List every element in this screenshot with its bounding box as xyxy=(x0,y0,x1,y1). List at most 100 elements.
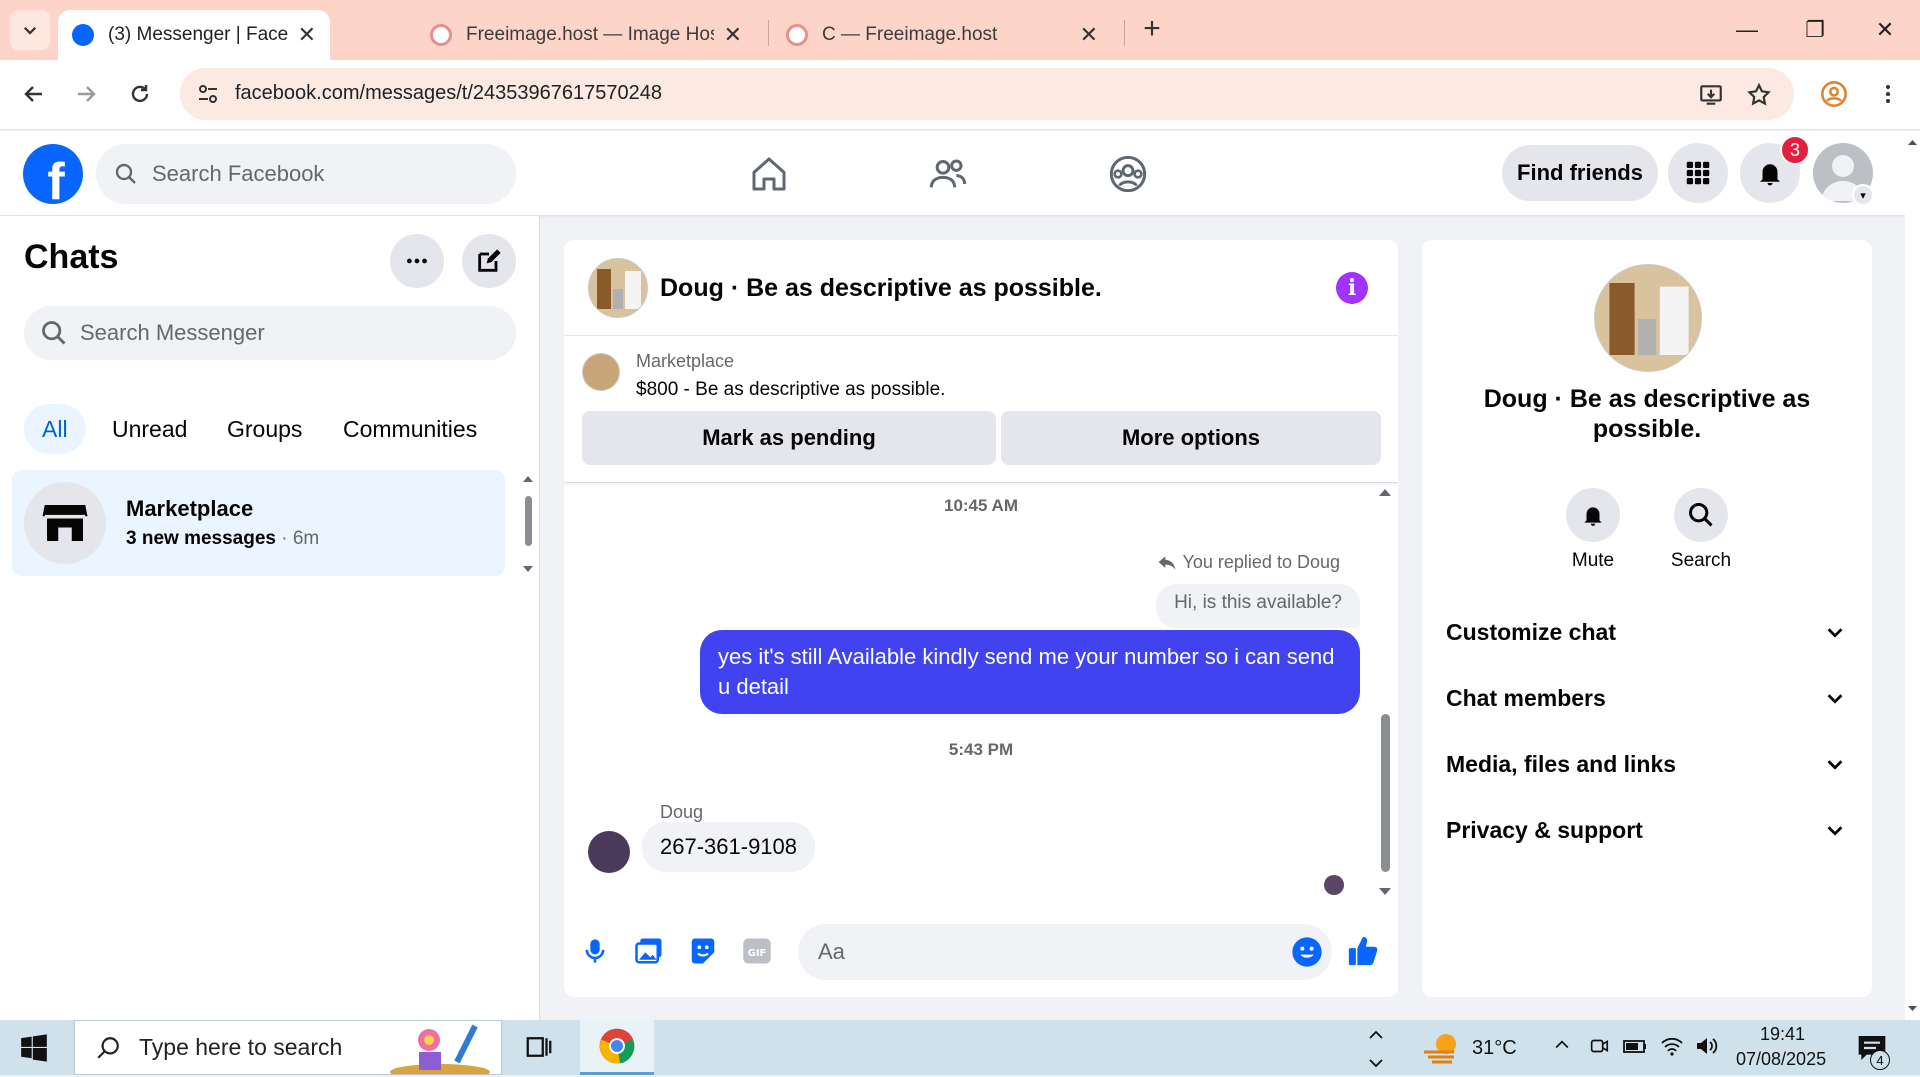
conversation-scrollbar[interactable] xyxy=(1376,484,1394,904)
sender-avatar[interactable] xyxy=(588,831,630,873)
nav-groups[interactable] xyxy=(1103,149,1153,199)
info-icon[interactable]: i xyxy=(1336,272,1368,304)
reload-icon xyxy=(131,85,149,103)
privacy-support-section[interactable]: Privacy & support xyxy=(1446,810,1846,850)
reply-context: You replied to Doug xyxy=(1157,552,1340,573)
restore-button[interactable]: ❐ xyxy=(1790,8,1840,52)
clock-time[interactable]: 19:41 xyxy=(1760,1024,1805,1045)
facebook-search-input[interactable]: Search Facebook xyxy=(96,144,516,204)
gif-icon[interactable]: GIF xyxy=(740,934,774,968)
task-view-icon[interactable] xyxy=(524,1032,554,1067)
search-icon xyxy=(42,321,66,345)
incoming-message[interactable]: 267-361-9108 xyxy=(642,822,816,872)
outgoing-message[interactable]: yes it's still Available kindly send me … xyxy=(700,630,1360,714)
browser-toolbar: facebook.com/messages/t/2435396761757024… xyxy=(0,60,1920,130)
more-horizontal-icon xyxy=(407,258,427,264)
filter-groups[interactable]: Groups xyxy=(209,404,320,454)
facebook-favicon-icon xyxy=(72,24,94,46)
wifi-icon[interactable] xyxy=(1660,1035,1684,1062)
tab-search-button[interactable] xyxy=(10,10,50,50)
chats-options-button[interactable] xyxy=(390,234,444,288)
taskbar-scroll-arrows[interactable] xyxy=(1366,1024,1386,1077)
close-tab-icon[interactable]: ✕ xyxy=(1080,22,1098,48)
menu-button[interactable] xyxy=(1668,143,1728,203)
quoted-message[interactable]: Hi, is this available? xyxy=(1156,584,1360,628)
mark-as-pending-button[interactable]: Mark as pending xyxy=(582,411,996,465)
chrome-menu-button[interactable] xyxy=(1868,74,1908,114)
site-settings-icon[interactable] xyxy=(196,82,220,106)
volume-icon[interactable] xyxy=(1694,1035,1720,1062)
message-list: 10:45 AM You replied to Doug Hi, is this… xyxy=(564,484,1398,904)
page-scrollbar[interactable] xyxy=(1905,131,1920,1020)
nav-home[interactable] xyxy=(744,149,794,199)
mute-button[interactable]: Mute xyxy=(1548,488,1638,572)
search-icon xyxy=(97,1036,119,1059)
customize-chat-section[interactable]: Customize chat xyxy=(1446,612,1846,652)
search-in-conversation-button[interactable]: Search xyxy=(1656,488,1746,572)
new-message-button[interactable] xyxy=(462,234,516,288)
listing-thumbnail[interactable] xyxy=(582,353,620,391)
listing-title[interactable]: $800 - Be as descriptive as possible. xyxy=(636,379,945,401)
close-tab-icon[interactable]: ✕ xyxy=(724,22,742,48)
conversation-avatar[interactable] xyxy=(588,258,648,318)
tab-messenger[interactable]: (3) Messenger | Facebook ✕ xyxy=(58,10,330,60)
chevron-down-icon[interactable]: ▾ xyxy=(1852,184,1874,206)
chevron-up-icon[interactable] xyxy=(1552,1035,1572,1060)
chat-list-item[interactable]: Marketplace 3 new messages · 6m xyxy=(12,470,505,576)
weather-temperature[interactable]: 31°C xyxy=(1472,1037,1517,1060)
microphone-icon[interactable] xyxy=(578,934,612,968)
facebook-logo[interactable]: f xyxy=(23,144,83,204)
filter-communities[interactable]: Communities xyxy=(325,404,495,454)
chrome-taskbar-icon[interactable] xyxy=(580,1020,654,1075)
message-input[interactable]: Aa xyxy=(798,924,1332,980)
minimize-button[interactable]: — xyxy=(1722,8,1772,52)
photo-icon[interactable] xyxy=(632,934,666,968)
sticker-icon[interactable] xyxy=(686,934,720,968)
emoji-icon[interactable] xyxy=(1290,935,1324,969)
close-tab-icon[interactable]: ✕ xyxy=(298,22,316,48)
tab-freeimage-1[interactable]: Freeimage.host — Image Hosti ✕ xyxy=(416,10,756,60)
clock-date[interactable]: 07/08/2025 xyxy=(1736,1049,1826,1070)
weather-icon[interactable] xyxy=(1422,1030,1462,1069)
messenger-search-input[interactable]: Search Messenger xyxy=(24,306,516,360)
tab-freeimage-2[interactable]: C — Freeimage.host ✕ xyxy=(772,10,1112,60)
chat-members-section[interactable]: Chat members xyxy=(1446,678,1846,718)
reload-button[interactable] xyxy=(120,74,160,114)
taskbar-search-input[interactable]: Type here to search xyxy=(74,1020,502,1075)
url-text[interactable]: facebook.com/messages/t/2435396761757024… xyxy=(235,82,662,105)
chevron-down-icon xyxy=(1827,628,1843,638)
sidebar-scrollbar[interactable] xyxy=(521,474,535,574)
bookmark-star-icon[interactable] xyxy=(1744,80,1774,110)
windows-start-icon[interactable] xyxy=(20,1034,48,1067)
freeimage-favicon-icon xyxy=(430,24,452,46)
notification-count-badge: 4 xyxy=(1870,1050,1890,1070)
chat-details-panel: Doug · Be as descriptive as possible. Mu… xyxy=(1422,240,1872,997)
nav-friends[interactable] xyxy=(923,149,973,199)
contact-avatar[interactable] xyxy=(1594,264,1702,372)
facebook-header: f Search Facebook Find friends 3 ▾ xyxy=(0,131,1905,215)
more-options-button[interactable]: More options xyxy=(1001,411,1381,465)
thumbs-up-icon[interactable] xyxy=(1346,934,1380,968)
battery-icon[interactable] xyxy=(1622,1035,1648,1062)
back-button[interactable] xyxy=(14,74,54,114)
address-bar[interactable]: facebook.com/messages/t/2435396761757024… xyxy=(180,68,1794,120)
meet-now-icon[interactable] xyxy=(1588,1035,1610,1062)
chrome-profile-button[interactable] xyxy=(1814,74,1854,114)
freeimage-favicon-icon xyxy=(786,24,808,46)
install-app-icon[interactable] xyxy=(1696,80,1726,110)
filter-all[interactable]: All xyxy=(24,404,86,454)
new-tab-button[interactable]: + xyxy=(1136,12,1168,46)
forward-button[interactable] xyxy=(66,74,106,114)
close-window-button[interactable]: ✕ xyxy=(1860,8,1910,52)
media-files-links-section[interactable]: Media, files and links xyxy=(1446,744,1846,784)
sender-name: Doug xyxy=(660,802,704,822)
reply-arrow-icon xyxy=(1158,555,1175,570)
browser-tab-strip: (3) Messenger | Facebook ✕ Freeimage.hos… xyxy=(0,0,1920,60)
filter-unread[interactable]: Unread xyxy=(94,404,205,454)
find-friends-button[interactable]: Find friends xyxy=(1502,145,1658,201)
marketplace-listing-banner: Marketplace $800 - Be as descriptive as … xyxy=(564,337,1398,483)
friends-icon xyxy=(929,159,967,188)
arrow-right-icon xyxy=(78,86,96,102)
tab-separator xyxy=(1124,20,1125,46)
chevron-down-icon xyxy=(23,26,37,35)
